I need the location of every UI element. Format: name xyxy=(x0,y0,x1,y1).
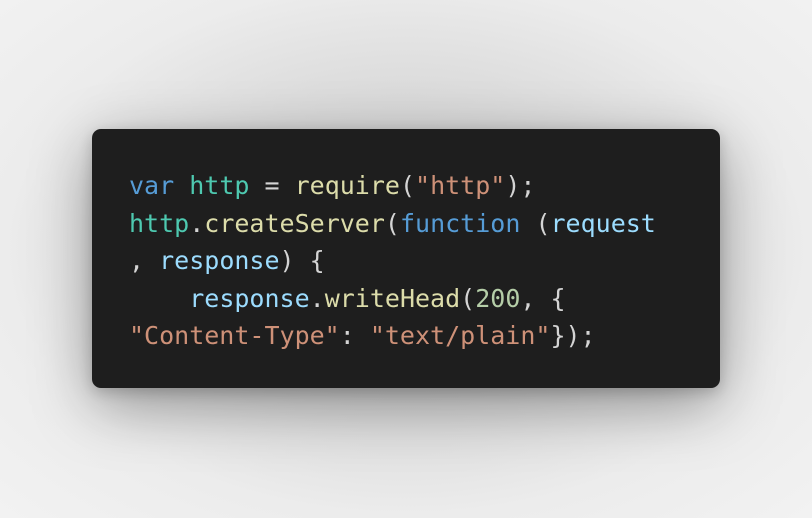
code-token-punctuation: , xyxy=(129,246,160,275)
code-line-1: var http = require("http"); xyxy=(129,167,720,205)
code-token-punctuation: = xyxy=(249,171,295,200)
code-token-punctuation: ( xyxy=(384,208,400,238)
code-token-punctuation: . xyxy=(189,208,205,238)
code-token-string: "text/plain" xyxy=(369,321,551,350)
code-line-5: "Content-Type": "text/plain"}); xyxy=(129,317,720,355)
code-token-variable: response xyxy=(189,283,310,313)
code-token-identifier: http xyxy=(129,208,190,238)
code-token-punctuation: . xyxy=(309,283,325,313)
code-token-punctuation: }); xyxy=(550,321,596,350)
code-token-string: "Content-Type" xyxy=(129,321,340,350)
code-token-punctuation: ( xyxy=(460,283,476,313)
code-token-punctuation: : xyxy=(339,321,370,350)
code-token-variable: response xyxy=(159,246,280,275)
code-token-string: "http" xyxy=(415,171,506,200)
code-token-identifier: http xyxy=(189,171,250,200)
code-token-punctuation xyxy=(129,284,189,313)
code-token-punctuation: , { xyxy=(520,283,566,313)
code-token-number: 200 xyxy=(475,283,521,313)
code-line-4: response.writeHead(200, { xyxy=(129,280,720,318)
code-line-3: , response) { xyxy=(129,242,720,280)
code-line-2: http.createServer(function (request xyxy=(129,205,720,243)
code-token-keyword: var xyxy=(129,171,175,200)
code-token-function: require xyxy=(294,171,400,200)
code-token-keyword: function xyxy=(399,208,521,238)
code-block: var http = require("http"); http.createSe… xyxy=(129,167,720,355)
code-token-punctuation: ); xyxy=(505,171,536,200)
code-token-punctuation: ) { xyxy=(279,246,325,275)
code-token-function: createServer xyxy=(204,208,385,238)
code-token-punctuation xyxy=(174,171,189,200)
code-token-punctuation: ( xyxy=(520,208,551,238)
code-token-function: writeHead xyxy=(324,283,461,313)
code-token-punctuation: ( xyxy=(399,171,416,200)
code-token-variable: request xyxy=(550,208,656,238)
code-snippet-card: var http = require("http"); http.createSe… xyxy=(92,129,720,388)
